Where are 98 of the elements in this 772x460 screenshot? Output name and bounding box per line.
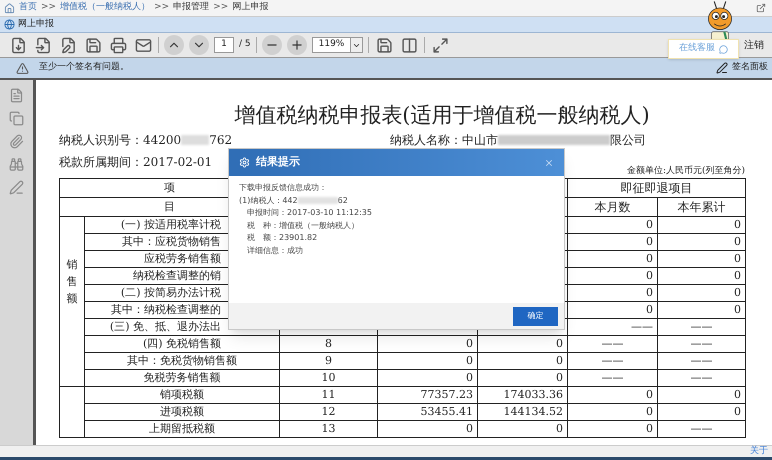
table-cell: 0 [478,370,568,386]
table-cell: 174033.36 [478,386,568,404]
signature-warning-icon [16,62,29,74]
table-cell: 0 [658,386,746,404]
external-link-icon[interactable] [756,3,766,13]
table-cell: 0 [658,250,746,268]
table-cell: 0 [658,234,746,250]
breadcrumb-separator: >> [154,1,170,14]
table-cell: 12 [280,404,378,420]
table-cell: —— [568,352,658,370]
table-cell: 77357.23 [378,386,478,404]
about-link[interactable]: 关于 [750,444,768,458]
taxpayer-name-end: 限公司 [610,132,646,149]
table-cell: 0 [378,370,478,386]
table-cell: 0 [658,216,746,234]
breadcrumb-item: 申报管理 [173,1,210,14]
printer-icon[interactable] [108,35,128,55]
table-cell: 10 [280,370,378,386]
table-cell: 0 [568,386,658,404]
table-cell: —— [658,420,746,438]
table-cell: 0 [658,404,746,420]
row-label: 进项税额 [84,404,280,420]
blurred-text [298,197,338,204]
import-file-icon[interactable] [33,35,53,55]
next-page-icon[interactable] [189,35,209,55]
taxpayer-id-start: 44200 [143,132,182,149]
document-title: 增值税纳税申报表(适用于增值税一般纳税人) [233,102,651,128]
table-cell: 0 [658,268,746,284]
table-cell [60,386,84,438]
breadcrumb-link[interactable]: 首页 [19,1,37,15]
table-cell: —— [568,370,658,386]
table-cell: 0 [658,284,746,302]
table-cell: —— [658,318,746,336]
page-number-field[interactable]: 1 [214,37,234,53]
row-label: 免税劳务销售额 [84,370,280,386]
table-cell: 0 [378,336,478,352]
breadcrumb-item: 网上申报 [232,1,268,14]
tax-period: 税款所属期间：2017-02-01 [59,154,212,171]
breadcrumb-separator: >> [41,1,56,14]
signature-message: 至少一个签名有问题。 [39,61,129,74]
taxpayer-id-end: 762 [209,132,232,149]
table-cell: 0 [568,420,658,438]
group-label: 销售额 [60,216,84,386]
table-cell: 0 [568,284,658,302]
table-cell: 0 [568,250,658,268]
ok-button[interactable]: 确定 [513,306,558,326]
table-cell: —— [658,352,746,370]
table-cell: 0 [478,336,568,352]
table-cell: 0 [568,216,658,234]
table-cell: 9 [280,352,378,370]
table-header: 本月数 [568,198,658,216]
table-cell: 0 [378,352,478,370]
table-cell: 0 [478,420,568,438]
home-icon [4,2,15,14]
pen-icon [716,62,728,74]
table-cell: 13 [280,420,378,438]
logout-link[interactable]: 注销 [744,38,764,52]
table-cell: 11 [280,386,378,404]
chat-bubble-icon [719,44,728,54]
gear-icon [239,157,250,168]
globe-icon [4,19,15,30]
table-header: 即征即退项目 [568,178,746,198]
dialog-message: 62 [338,194,348,206]
table-cell: 0 [378,420,478,438]
zoom-out-icon[interactable] [262,35,282,55]
table-cell: 53455.41 [378,404,478,420]
breadcrumb-link[interactable]: 增值税（一般纳税人） [60,1,150,15]
row-label: 其中：免税货物销售额 [84,352,280,370]
table-cell: —— [568,318,658,336]
signature-panel-button[interactable]: 签名面板 [716,61,768,75]
table-cell: 0 [568,234,658,250]
row-label: 上期留抵税额 [84,420,280,438]
row-label: 销项税额 [84,386,280,404]
table-header: 本年累计 [658,198,746,216]
table-cell: 0 [478,352,568,370]
dialog-title: 结果提示 [256,154,300,170]
row-label: (四) 免税销售额 [84,336,280,352]
table-cell: —— [658,370,746,386]
table-cell: 0 [568,404,658,420]
table-cell: —— [658,336,746,352]
taxpayer-id-label: 纳税人识别号： [59,132,143,149]
close-icon[interactable] [544,158,554,168]
table-cell: 0 [568,268,658,284]
zoom-dropdown[interactable]: 119% [312,37,364,53]
taxpayer-name-label: 纳税人名称： [390,132,462,149]
page-tab[interactable]: 网上申报 [0,17,58,32]
breadcrumb-separator: >> [213,1,228,14]
table-cell: 8 [280,336,378,352]
taxpayer-name-start: 中山市 [462,132,498,149]
page-count: / 5 [239,38,251,52]
table-cell: 0 [568,302,658,318]
table-cell: 0 [658,302,746,318]
blurred-text [181,135,210,145]
zoom-in-icon[interactable] [286,35,307,55]
table-cell: 144134.52 [478,404,568,420]
amount-unit: 金额单位:人民币元(列至角分) [626,166,745,176]
table-cell: —— [568,336,658,352]
previous-page-icon[interactable] [164,35,184,55]
